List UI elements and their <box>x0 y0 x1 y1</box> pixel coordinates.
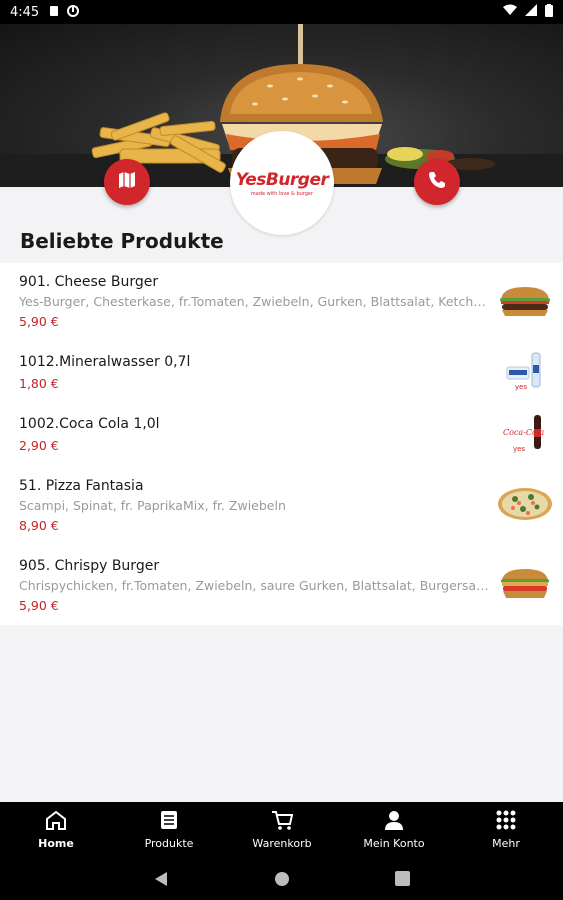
water-bottle-image: yes <box>503 351 547 395</box>
product-description: Chrispychicken, fr.Tomaten, Zwiebeln, sa… <box>19 578 489 593</box>
nav-home[interactable]: Home <box>27 802 85 858</box>
person-icon <box>384 802 404 834</box>
map-icon <box>118 171 136 193</box>
back-icon[interactable] <box>154 871 168 891</box>
nav-label: Produkte <box>144 837 194 850</box>
status-time: 4:45 <box>10 4 40 20</box>
grid-icon <box>496 802 516 834</box>
product-price: 2,90 € <box>19 438 59 453</box>
menu-list-icon <box>160 802 178 834</box>
phone-icon <box>428 171 446 193</box>
nav-mehr[interactable]: Mehr <box>482 802 530 858</box>
nav-label: Home <box>38 837 74 850</box>
product-item[interactable]: 1002.Coca Cola 1,0l 2,90 € Coca-Cola yes <box>0 397 563 459</box>
status-bar: 4:45 <box>0 0 563 24</box>
phone-button[interactable] <box>414 159 460 205</box>
nav-mein-konto[interactable]: Mein Konto <box>356 802 432 858</box>
burger-image <box>499 567 551 603</box>
pizza-image <box>497 487 553 525</box>
section-title: Beliebte Produkte <box>20 229 224 253</box>
product-name: 51. Pizza Fantasia <box>19 478 144 494</box>
product-description: Yes-Burger, Chesterkase, fr.Tomaten, Zwi… <box>19 294 489 309</box>
nav-label: Mein Konto <box>363 837 425 850</box>
product-name: 1012.Mineralwasser 0,7l <box>19 354 191 370</box>
brand-logo: YesBurger made with love & burger <box>230 131 334 235</box>
product-description: Scampi, Spinat, fr. PaprikaMix, fr. Zwie… <box>19 498 286 513</box>
signal-icon <box>525 4 537 20</box>
nav-label: Mehr <box>492 837 520 850</box>
product-name: 1002.Coca Cola 1,0l <box>19 416 160 432</box>
home-circle-icon[interactable] <box>274 871 290 891</box>
map-button[interactable] <box>104 159 150 205</box>
burger-image <box>497 285 553 321</box>
battery-icon <box>545 3 553 21</box>
home-icon <box>45 802 67 834</box>
svg-text:yes: yes <box>513 445 525 453</box>
storage-icon <box>49 5 59 20</box>
recents-icon[interactable] <box>395 871 410 890</box>
product-item[interactable]: 1012.Mineralwasser 0,7l 1,80 € yes <box>0 335 563 397</box>
product-name: 901. Cheese Burger <box>19 274 159 290</box>
product-price: 5,90 € <box>19 314 59 329</box>
product-price: 5,90 € <box>19 598 59 613</box>
product-name: 905. Chrispy Burger <box>19 558 160 574</box>
svg-text:yes: yes <box>515 383 527 391</box>
logo-text: YesBurger <box>235 169 329 190</box>
sync-icon <box>67 4 80 20</box>
product-item[interactable]: 901. Cheese Burger Yes-Burger, Chesterka… <box>0 263 563 335</box>
bottom-navigation: Home Produkte Warenkorb Mein Konto Mehr <box>0 802 563 858</box>
product-price: 1,80 € <box>19 376 59 391</box>
cart-icon <box>271 802 294 834</box>
product-list: 901. Cheese Burger Yes-Burger, Chesterka… <box>0 263 563 625</box>
product-price: 8,90 € <box>19 518 59 533</box>
product-item[interactable]: 51. Pizza Fantasia Scampi, Spinat, fr. P… <box>0 459 563 539</box>
system-navigation-bar <box>0 858 563 900</box>
product-item[interactable]: 905. Chrispy Burger Chrispychicken, fr.T… <box>0 539 563 621</box>
nav-warenkorb[interactable]: Warenkorb <box>244 802 320 858</box>
cola-bottle-image: Coca-Cola yes <box>503 413 547 457</box>
nav-label: Warenkorb <box>252 837 312 850</box>
nav-produkte[interactable]: Produkte <box>135 802 203 858</box>
wifi-icon <box>503 4 517 20</box>
logo-subtext: made with love & burger <box>250 190 314 197</box>
